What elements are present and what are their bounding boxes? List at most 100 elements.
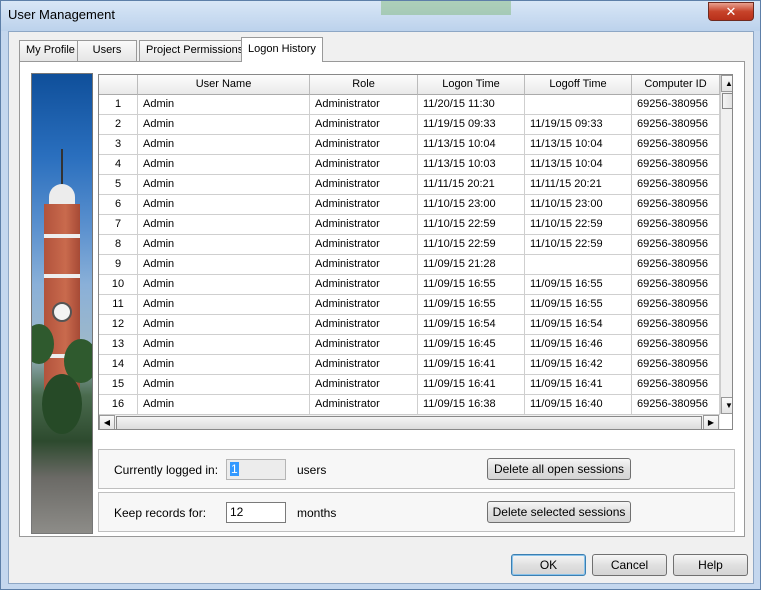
tab-users[interactable]: Users [77, 40, 137, 61]
row-number-cell: 8 [99, 235, 138, 255]
scroll-up-arrow-icon[interactable]: ▲ [721, 75, 732, 92]
tower-stripe [44, 234, 80, 238]
computer-id-cell: 69256-380956 [632, 375, 720, 395]
cancel-button[interactable]: Cancel [592, 554, 667, 576]
column-header-user-name[interactable]: User Name [138, 75, 310, 95]
delete-selected-sessions-button[interactable]: Delete selected sessions [487, 501, 631, 523]
logon-time-cell: 11/09/15 16:38 [418, 395, 525, 415]
column-header-logoff-time[interactable]: Logoff Time [525, 75, 632, 95]
column-header-logon-time[interactable]: Logon Time [418, 75, 525, 95]
table-row[interactable]: 11 Admin Administrator 11/09/15 16:55 11/09/… [99, 295, 720, 315]
help-button[interactable]: Help [673, 554, 748, 576]
role-cell: Administrator [310, 215, 418, 235]
table-row[interactable]: 9 Admin Administrator 11/09/15 21:28 69256-3… [99, 255, 720, 275]
computer-id-cell: 69256-380956 [632, 175, 720, 195]
keep-records-months-input[interactable]: 12 [226, 502, 286, 523]
scroll-left-arrow-icon[interactable]: ◀ [99, 415, 115, 429]
table-row[interactable]: 16 Admin Administrator 11/09/15 16:38 11/09/… [99, 395, 720, 415]
title-bar[interactable]: User Management ✕ [1, 1, 760, 31]
user-name-cell: Admin [138, 355, 310, 375]
logon-time-cell: 11/10/15 22:59 [418, 215, 525, 235]
computer-id-cell: 69256-380956 [632, 335, 720, 355]
role-cell: Administrator [310, 335, 418, 355]
computer-id-cell: 69256-380956 [632, 295, 720, 315]
user-name-cell: Admin [138, 375, 310, 395]
window-title: User Management [8, 7, 115, 22]
logoff-time-cell: 11/10/15 23:00 [525, 195, 632, 215]
row-number-cell: 12 [99, 315, 138, 335]
scroll-down-arrow-icon[interactable]: ▼ [721, 397, 732, 414]
user-name-cell: Admin [138, 235, 310, 255]
table-row[interactable]: 2 Admin Administrator 11/19/15 09:33 11/19/1… [99, 115, 720, 135]
ok-button[interactable]: OK [511, 554, 586, 576]
logon-history-table[interactable]: User Name Role Logon Time Logoff Time Co… [98, 74, 733, 430]
user-name-cell: Admin [138, 255, 310, 275]
user-name-cell: Admin [138, 275, 310, 295]
table-row[interactable]: 1 Admin Administrator 11/20/15 11:30 69256-3… [99, 95, 720, 115]
column-header-computer-id[interactable]: Computer ID [632, 75, 720, 95]
logon-time-cell: 11/09/15 16:41 [418, 355, 525, 375]
table-row[interactable]: 3 Admin Administrator 11/13/15 10:04 11/13/1… [99, 135, 720, 155]
logon-time-cell: 11/11/15 20:21 [418, 175, 525, 195]
scroll-right-arrow-icon[interactable]: ▶ [703, 415, 719, 429]
logoff-time-cell: 11/19/15 09:33 [525, 115, 632, 135]
dialog-window: User Management ✕ My Profile Users Proje… [0, 0, 761, 590]
role-cell: Administrator [310, 315, 418, 335]
logon-history-panel: User Name Role Logon Time Logoff Time Co… [19, 61, 745, 537]
role-cell: Administrator [310, 95, 418, 115]
role-cell: Administrator [310, 355, 418, 375]
table-row[interactable]: 10 Admin Administrator 11/09/15 16:55 11/09/… [99, 275, 720, 295]
computer-id-cell: 69256-380956 [632, 135, 720, 155]
logoff-time-cell: 11/10/15 22:59 [525, 235, 632, 255]
logon-time-cell: 11/09/15 16:55 [418, 275, 525, 295]
tab-my-profile[interactable]: My Profile [19, 40, 82, 61]
table-row[interactable]: 5 Admin Administrator 11/11/15 20:21 11/11/1… [99, 175, 720, 195]
table-row[interactable]: 13 Admin Administrator 11/09/15 16:45 11/09/… [99, 335, 720, 355]
table-row[interactable]: 6 Admin Administrator 11/10/15 23:00 11/10/1… [99, 195, 720, 215]
computer-id-cell: 69256-380956 [632, 255, 720, 275]
user-name-cell: Admin [138, 115, 310, 135]
logoff-time-cell: 11/13/15 10:04 [525, 155, 632, 175]
logon-time-cell: 11/10/15 22:59 [418, 235, 525, 255]
table-row[interactable]: 15 Admin Administrator 11/09/15 16:41 11/09/… [99, 375, 720, 395]
delete-all-open-sessions-button[interactable]: Delete all open sessions [487, 458, 631, 480]
logon-time-cell: 11/20/15 11:30 [418, 95, 525, 115]
vertical-scrollbar[interactable]: ▲ ▼ [720, 75, 732, 414]
logoff-time-cell: 11/13/15 10:04 [525, 135, 632, 155]
row-number-cell: 9 [99, 255, 138, 275]
logon-time-cell: 11/10/15 23:00 [418, 195, 525, 215]
logon-time-cell: 11/09/15 16:45 [418, 335, 525, 355]
close-button[interactable]: ✕ [708, 2, 754, 21]
table-row[interactable]: 8 Admin Administrator 11/10/15 22:59 11/10/1… [99, 235, 720, 255]
user-name-cell: Admin [138, 175, 310, 195]
horizontal-scroll-thumb[interactable] [116, 416, 702, 429]
logoff-time-cell: 11/09/15 16:41 [525, 375, 632, 395]
logon-time-cell: 11/09/15 16:54 [418, 315, 525, 335]
computer-id-cell: 69256-380956 [632, 235, 720, 255]
tab-project-permissions[interactable]: Project Permissions [139, 40, 251, 61]
user-name-cell: Admin [138, 95, 310, 115]
table-row[interactable]: 12 Admin Administrator 11/09/15 16:54 11/09/… [99, 315, 720, 335]
dialog-client-area: My Profile Users Project Permissions Log… [8, 31, 754, 584]
vertical-scroll-thumb[interactable] [722, 93, 732, 109]
clock-tower-photo [31, 73, 93, 534]
row-number-cell: 16 [99, 395, 138, 415]
table-row[interactable]: 7 Admin Administrator 11/10/15 22:59 11/10/1… [99, 215, 720, 235]
logoff-time-cell: 11/09/15 16:55 [525, 275, 632, 295]
background-window-ghost [381, 1, 511, 15]
role-cell: Administrator [310, 195, 418, 215]
column-header-role[interactable]: Role [310, 75, 418, 95]
clock-face [52, 302, 72, 322]
role-cell: Administrator [310, 275, 418, 295]
table-row[interactable]: 14 Admin Administrator 11/09/15 16:41 11/09/… [99, 355, 720, 375]
users-unit-label: users [297, 463, 327, 477]
horizontal-scrollbar[interactable]: ◀ ▶ [99, 414, 720, 429]
logoff-time-cell: 11/09/15 16:40 [525, 395, 632, 415]
tab-logon-history[interactable]: Logon History [241, 37, 323, 62]
logoff-time-cell: 11/09/15 16:46 [525, 335, 632, 355]
role-cell: Administrator [310, 235, 418, 255]
logged-in-count-field: 1 [226, 459, 286, 480]
logoff-time-cell [525, 255, 632, 275]
table-row[interactable]: 4 Admin Administrator 11/13/15 10:03 11/13/1… [99, 155, 720, 175]
computer-id-cell: 69256-380956 [632, 275, 720, 295]
